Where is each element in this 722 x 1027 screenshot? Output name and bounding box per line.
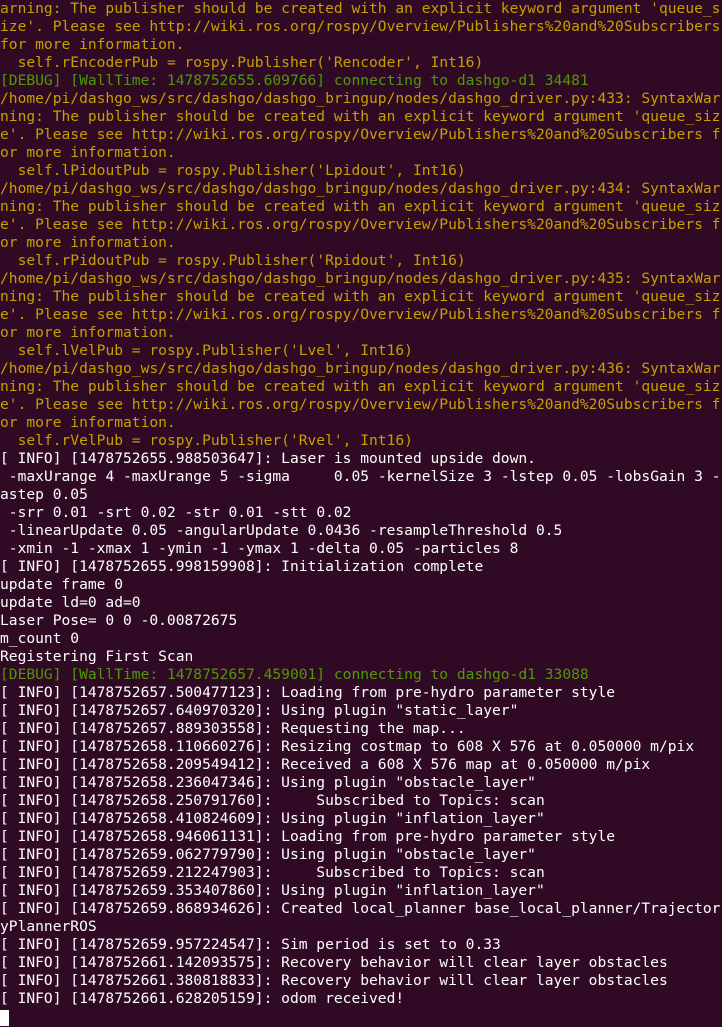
terminal-line: [ INFO] [1478752658.110660276]: Resizing… (0, 738, 694, 755)
terminal-cursor (0, 1010, 9, 1026)
terminal-line: Laser Pose= 0 0 -0.00872675 (0, 612, 237, 629)
terminal-line: [ INFO] [1478752661.142093575]: Recovery… (0, 954, 668, 971)
terminal-line: [ INFO] [1478752658.236047346]: Using pl… (0, 774, 536, 791)
terminal-output[interactable]: arning: The publisher should be created … (0, 0, 722, 1026)
terminal-line: /home/pi/dashgo_ws/src/dashgo/dashgo_bri… (0, 360, 720, 431)
terminal-line: [ INFO] [1478752657.500477123]: Loading … (0, 684, 615, 701)
terminal-line: self.lPidoutPub = rospy.Publisher('Lpido… (0, 162, 466, 179)
terminal-line: Registering First Scan (0, 648, 193, 665)
terminal-line: [ INFO] [1478752659.957224547]: Sim peri… (0, 936, 501, 953)
terminal-line: /home/pi/dashgo_ws/src/dashgo/dashgo_bri… (0, 270, 720, 341)
terminal-line: [ INFO] [1478752659.353407860]: Using pl… (0, 882, 545, 899)
terminal-line: self.rEncoderPub = rospy.Publisher('Renc… (0, 54, 483, 71)
terminal-line: /home/pi/dashgo_ws/src/dashgo/dashgo_bri… (0, 180, 720, 251)
terminal-line: [DEBUG] [WallTime: 1478752655.609766] co… (0, 72, 589, 89)
terminal-line: [DEBUG] [WallTime: 1478752657.459001] co… (0, 666, 589, 683)
terminal-line: update frame 0 (0, 576, 123, 593)
terminal-line: /home/pi/dashgo_ws/src/dashgo/dashgo_bri… (0, 90, 720, 161)
terminal-line: [ INFO] [1478752661.628205159]: odom rec… (0, 990, 404, 1007)
terminal-line: -srr 0.01 -srt 0.02 -str 0.01 -stt 0.02 (0, 504, 351, 521)
terminal-line: self.lVelPub = rospy.Publisher('Lvel', I… (0, 342, 413, 359)
terminal-line: [ INFO] [1478752661.380818833]: Recovery… (0, 972, 668, 989)
terminal-line: [ INFO] [1478752658.946061131]: Loading … (0, 828, 615, 845)
terminal-line: [ INFO] [1478752655.998159908]: Initiali… (0, 558, 483, 575)
terminal-line: update ld=0 ad=0 (0, 594, 141, 611)
terminal-line: self.rPidoutPub = rospy.Publisher('Rpido… (0, 252, 466, 269)
terminal-line: -maxUrange 4 -maxUrange 5 -sigma 0.05 -k… (0, 468, 720, 503)
terminal-line: arning: The publisher should be created … (0, 0, 722, 53)
terminal-line: [ INFO] [1478752658.209549412]: Received… (0, 756, 650, 773)
terminal-line: [ INFO] [1478752657.640970320]: Using pl… (0, 702, 518, 719)
terminal-line: [ INFO] [1478752658.250791760]: Subscrib… (0, 792, 545, 809)
terminal-line: [ INFO] [1478752658.410824609]: Using pl… (0, 810, 545, 827)
terminal-line: [ INFO] [1478752657.889303558]: Requesti… (0, 720, 466, 737)
terminal-line: -xmin -1 -xmax 1 -ymin -1 -ymax 1 -delta… (0, 540, 518, 557)
terminal-line: self.rVelPub = rospy.Publisher('Rvel', I… (0, 432, 413, 449)
terminal-line: [ INFO] [1478752655.988503647]: Laser is… (0, 450, 536, 467)
terminal-line: [ INFO] [1478752659.868934626]: Created … (0, 900, 720, 935)
terminal-line: m_count 0 (0, 630, 79, 647)
terminal-line: [ INFO] [1478752659.062779790]: Using pl… (0, 846, 536, 863)
terminal-line: -linearUpdate 0.05 -angularUpdate 0.0436… (0, 522, 562, 539)
terminal-line: [ INFO] [1478752659.212247903]: Subscrib… (0, 864, 545, 881)
